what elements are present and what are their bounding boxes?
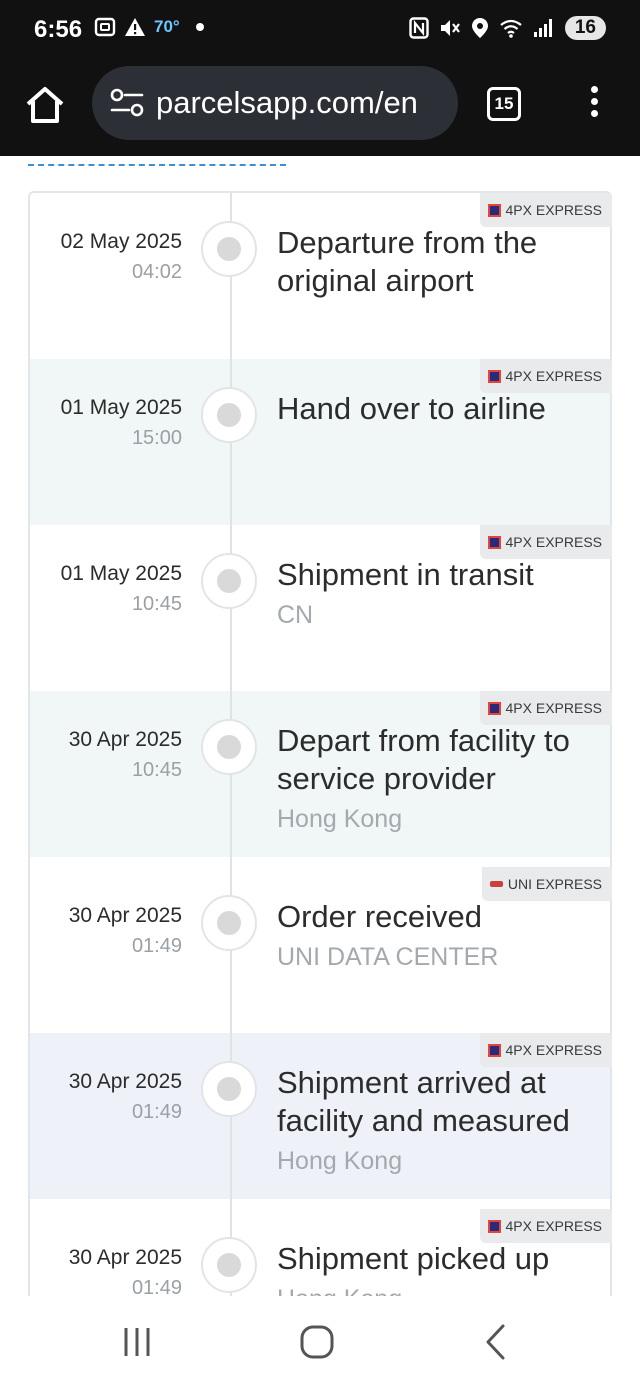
event-date: 30 Apr 2025 [68,1070,182,1093]
tab-switcher-button[interactable]: 15 [487,87,521,121]
temperature: 70° [154,17,180,36]
event-date: 02 May 2025 [60,230,182,253]
carrier-name: 4PX EXPRESS [505,1218,603,1234]
home-icon[interactable] [24,84,66,126]
carrier-name: 4PX EXPRESS [505,368,603,384]
carrier-badge: 4PX EXPRESS [479,525,612,559]
carrier-name: 4PX EXPRESS [505,700,603,716]
timeline-event: 02 May 2025 04:02 Departure from the origi… [30,193,612,359]
partial-link-underline[interactable] [28,156,286,166]
event-details: Hand over to airline [277,390,607,428]
event-location: CN [277,601,314,629]
carrier-name: 4PX EXPRESS [505,534,603,550]
url-text: parcelsapp.com/en [156,85,418,120]
event-title: Hand over to airline [277,391,546,426]
event-details: Shipment arrived at facility and measure… [277,1064,607,1177]
timeline-dot [201,895,257,951]
status-right-icons: 16 [409,16,606,40]
site-info-icon[interactable] [106,83,150,123]
4px-express-logo-icon [487,535,501,549]
back-icon[interactable] [472,1320,522,1364]
browser-toolbar: parcelsapp.com/en 15 [0,60,640,156]
event-details: Departure from the original airport [277,224,607,300]
timeline-event: 30 Apr 2025 01:49 Shipment picked up Hong K… [30,1209,612,1296]
event-details: Order received UNI DATA CENTER [277,898,607,973]
4px-express-logo-icon [487,369,501,383]
event-title: Depart from facility to service provider [277,723,570,796]
carrier-name: 4PX EXPRESS [505,1042,603,1058]
recent-apps-icon[interactable] [112,1320,162,1364]
event-time: 01:49 [131,1101,182,1123]
timeline-event: 30 Apr 2025 01:49 Order received UNI DATA C… [30,867,612,1033]
address-bar[interactable]: parcelsapp.com/en [92,66,458,140]
carrier-badge: 4PX EXPRESS [479,1209,612,1243]
event-title: Shipment in transit [277,557,534,592]
4px-express-logo-icon [487,1043,501,1057]
event-time: 01:49 [131,1277,182,1296]
timeline-dot [201,221,257,277]
carrier-badge: 4PX EXPRESS [479,193,612,227]
timeline-dot [201,387,257,443]
event-time: 15:00 [131,427,182,449]
timeline-dot [201,719,257,775]
event-title: Order received [277,899,483,934]
event-date: 30 Apr 2025 [68,904,182,927]
signal-icon [533,19,552,37]
carrier-name: 4PX EXPRESS [505,202,603,218]
status-time: 6:56 [34,16,83,43]
4px-express-logo-icon [487,203,501,217]
event-location: Hong Kong [277,1147,403,1175]
event-title: Shipment picked up [277,1241,550,1276]
carrier-badge: 4PX EXPRESS [479,1033,612,1067]
carrier-name: UNI EXPRESS [507,876,602,892]
4px-express-logo-icon [487,1219,501,1233]
timeline-event: 01 May 2025 15:00 Hand over to airline 4PX … [30,359,612,525]
home-nav-icon[interactable] [292,1320,342,1364]
mute-icon [440,20,460,36]
status-left-icons: 70° [94,16,204,38]
browser-menu-icon[interactable] [580,82,608,126]
timeline-event: 30 Apr 2025 10:45 Depart from facility to … [30,691,612,857]
event-date: 01 May 2025 [60,562,182,585]
location-icon [471,18,488,38]
page-content: 02 May 2025 04:02 Departure from the origi… [0,156,640,1296]
timeline-dot [201,1237,257,1293]
event-details: Depart from facility to service provider… [277,722,607,835]
timeline-dot [201,1061,257,1117]
timeline-dot [201,553,257,609]
screenshot-icon [94,17,116,37]
event-time: 04:02 [131,261,182,283]
wifi-icon [500,19,522,38]
warning-icon [125,18,145,36]
event-location: Hong Kong [277,805,403,833]
event-date: 30 Apr 2025 [68,1246,182,1269]
tracking-timeline-card: 02 May 2025 04:02 Departure from the origi… [28,191,612,1296]
uni-express-logo-icon [489,881,503,887]
event-date: 30 Apr 2025 [68,728,182,751]
notification-dot-icon [195,23,204,31]
event-time: 10:45 [131,759,182,781]
event-location: Hong Kong [277,1283,607,1296]
carrier-badge: 4PX EXPRESS [479,359,612,393]
4px-express-logo-icon [487,701,501,715]
event-location: UNI DATA CENTER [277,943,499,971]
carrier-badge: UNI EXPRESS [481,867,612,901]
event-date: 01 May 2025 [60,396,182,419]
event-title: Departure from the original airport [277,225,538,298]
event-title: Shipment arrived at facility and measure… [277,1065,570,1138]
event-details: Shipment picked up Hong Kong [277,1240,607,1296]
event-time: 10:45 [131,593,182,615]
status-bar: 6:56 70° 16 [0,0,640,60]
timeline-event: 30 Apr 2025 01:49 Shipment arrived at faci… [30,1033,612,1199]
navigation-bar [0,1296,640,1387]
event-time: 01:49 [131,935,182,957]
nfc-icon [409,17,429,39]
timeline-event: 01 May 2025 10:45 Shipment in transit CN 4PX… [30,525,612,691]
carrier-badge: 4PX EXPRESS [479,691,612,725]
event-details: Shipment in transit CN [277,556,607,631]
battery-indicator: 16 [564,16,606,40]
